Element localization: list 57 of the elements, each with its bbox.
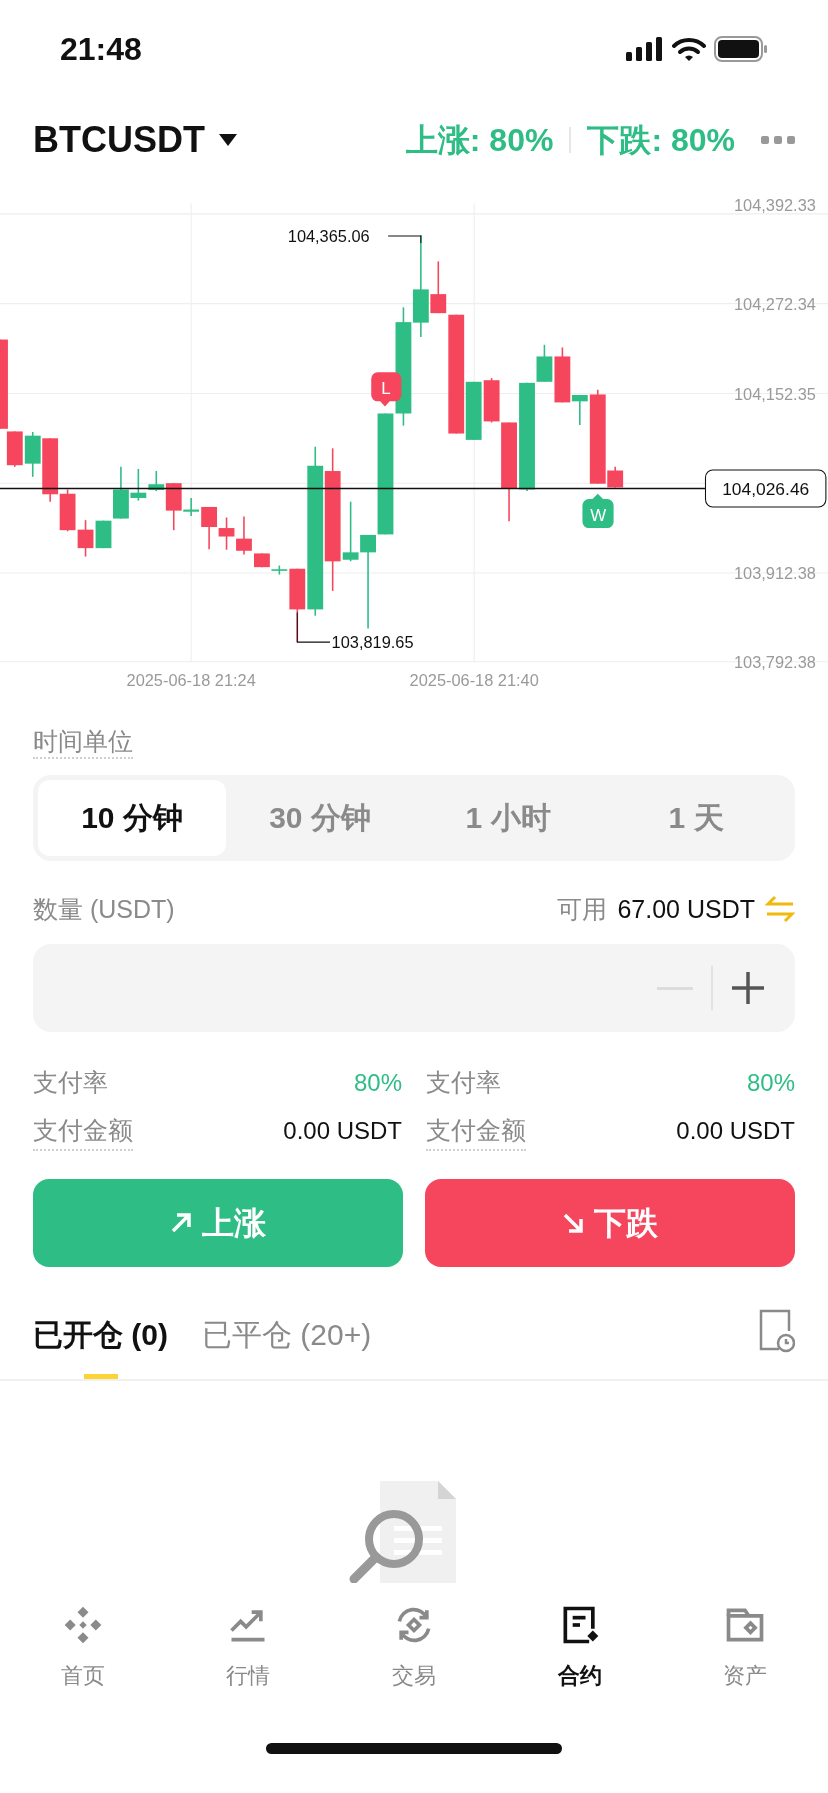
plus-icon[interactable]	[731, 971, 765, 1005]
buy-up-button[interactable]: 上涨	[33, 1179, 403, 1267]
payout-rate-label: 支付率	[426, 1067, 501, 1098]
available-balance: 67.00 USDT	[617, 893, 755, 925]
current-price-tag: 104,026.46	[704, 469, 827, 508]
price-axis-label: 103,912.38	[733, 564, 816, 583]
payout-amount: 0.00 USDT	[283, 1116, 402, 1147]
candle	[254, 552, 270, 568]
time-unit-tab[interactable]: 1 小时	[414, 779, 602, 856]
leader-line	[296, 612, 331, 643]
wifi-icon	[672, 36, 706, 62]
time-unit-tab[interactable]: 30 分钟	[226, 779, 414, 856]
time-unit-tab[interactable]: 1 天	[602, 779, 790, 856]
arrow-up-right-icon	[170, 1212, 192, 1234]
time-axis-label: 2025-06-18 21:40	[409, 671, 539, 690]
history-document-icon[interactable]	[759, 1309, 795, 1353]
candle	[218, 516, 235, 551]
win-marker: W	[582, 493, 614, 529]
time-unit-label: 时间单位	[33, 727, 133, 759]
candle	[236, 515, 252, 556]
nav-tab[interactable]: 交易	[331, 1603, 497, 1743]
available-label: 可用	[557, 893, 608, 925]
arrow-down-right-icon	[562, 1212, 584, 1234]
payout-rate: 80%	[746, 1067, 795, 1098]
up-payout-rate: 上涨: 80%	[405, 121, 554, 160]
position-tab[interactable]: 已开仓 (0)	[33, 1312, 168, 1379]
symbol-selector[interactable]: BTCUSDT	[33, 113, 237, 167]
time-unit-tab[interactable]: 10 分钟	[38, 779, 226, 856]
price-axis-label: 103,792.38	[733, 653, 816, 671]
nav-tab[interactable]: 行情	[165, 1603, 332, 1743]
nav-tab[interactable]: 首页	[0, 1603, 166, 1743]
amount-input-field[interactable]	[33, 944, 795, 1032]
payout-amount-label: 支付金额	[33, 1111, 133, 1151]
loss-marker: L	[371, 372, 402, 407]
time-axis-label: 2025-06-18 21:24	[126, 671, 256, 690]
payout-rate: 80%	[353, 1067, 402, 1098]
status-time: 21:48	[60, 30, 142, 69]
low-price-label: 103,819.65	[331, 632, 414, 651]
caret-icon	[219, 134, 237, 146]
down-payout-rate: 下跌: 80%	[587, 121, 735, 160]
buy-down-button[interactable]: 下跌	[425, 1179, 795, 1267]
price-axis-label: 104,392.33	[733, 196, 816, 215]
nav-tab[interactable]: 资产	[662, 1603, 828, 1743]
signal-icon	[626, 37, 664, 61]
price-axis-label: 104,272.34	[733, 295, 816, 313]
high-price-label: 104,365.06	[287, 226, 370, 245]
candle	[24, 431, 41, 478]
payout-amount-label: 支付金额	[426, 1111, 526, 1151]
price-axis-label: 104,152.35	[733, 384, 816, 403]
battery-icon	[714, 36, 768, 62]
amount-label: 数量 (USDT)	[33, 893, 175, 925]
candle	[77, 519, 94, 558]
leader-line	[387, 235, 422, 244]
payout-rate-label: 支付率	[33, 1067, 108, 1098]
payout-amount: 0.00 USDT	[676, 1116, 795, 1147]
nav-tab[interactable]: 合约	[496, 1603, 663, 1743]
position-tab[interactable]: 已平仓 (20+)	[202, 1312, 372, 1379]
